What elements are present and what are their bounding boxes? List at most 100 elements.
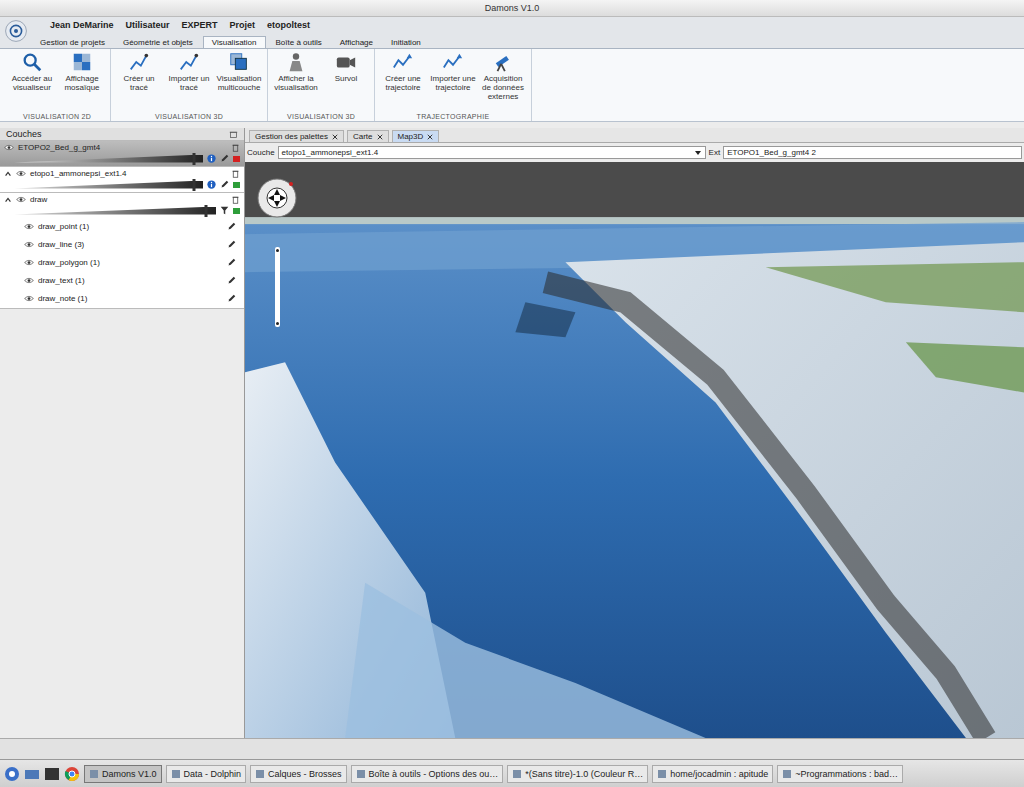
pencil-icon[interactable]	[227, 258, 236, 267]
layer-select[interactable]: etopo1_ammonepsi_ext1.4	[278, 146, 706, 159]
pencil-icon[interactable]	[227, 276, 236, 285]
eye-icon[interactable]	[4, 144, 14, 151]
traj-icon	[392, 51, 414, 73]
pencil-icon[interactable]	[220, 154, 229, 163]
user-bar-item[interactable]: EXPERT	[182, 20, 218, 30]
trash-icon[interactable]	[231, 143, 240, 152]
document-tab[interactable]: Carte	[347, 130, 389, 142]
taskbar-item[interactable]: Damons V1.0	[84, 765, 162, 783]
taskbar-item[interactable]: ~Programmations : bad…	[777, 765, 903, 783]
ribbon-tab[interactable]: Initiation	[383, 37, 429, 48]
ribbon-button[interactable]: Afficher la visualisation	[272, 51, 320, 113]
ribbon-group-title: VISUALISATION 3D	[272, 113, 370, 120]
eye-icon[interactable]	[24, 259, 34, 266]
document-tab[interactable]: Map3D	[392, 130, 440, 142]
sublayer-item[interactable]: draw_text (1)	[4, 269, 240, 287]
ribbon-button[interactable]: Importer un tracé	[165, 51, 213, 113]
browser-icon[interactable]	[64, 766, 80, 782]
terminal-icon[interactable]	[44, 766, 60, 782]
opacity-slider[interactable]	[14, 207, 216, 215]
user-bar-item[interactable]: Utilisateur	[126, 20, 170, 30]
ribbon-button[interactable]: Importer une trajectoire	[429, 51, 477, 113]
layer-color-flag	[233, 182, 240, 188]
mosaic-icon	[71, 51, 93, 73]
start-menu-icon[interactable]	[4, 766, 20, 782]
window-icon	[255, 769, 265, 779]
window-icon	[657, 769, 667, 779]
taskbar-item[interactable]: Data - Dolphin	[166, 765, 247, 783]
opacity-slider[interactable]	[14, 155, 203, 163]
ribbon-button[interactable]: Visualisation multicouche	[215, 51, 263, 113]
taskbar-item[interactable]: *(Sans titre)-1.0 (Couleur R…	[507, 765, 648, 783]
ribbon-button[interactable]: Créer un tracé	[115, 51, 163, 113]
zoom-slider[interactable]	[275, 247, 280, 327]
ribbon-tabs: Gestion de projetsGéométrie et objetsVis…	[0, 33, 1024, 49]
pencil-icon[interactable]	[227, 240, 236, 249]
document-tab[interactable]: Gestion des palettes	[249, 130, 344, 142]
person-icon	[285, 51, 307, 73]
taskbar-item[interactable]: Boîte à outils - Options des ou…	[351, 765, 504, 783]
compass-control[interactable]	[257, 178, 297, 220]
user-bar-item[interactable]: Projet	[230, 20, 256, 30]
opacity-slider[interactable]	[14, 181, 203, 189]
sublayer-item[interactable]: draw_line (3)	[4, 233, 240, 251]
ribbon-tab[interactable]: Géométrie et objets	[115, 37, 201, 48]
info-icon[interactable]	[207, 180, 216, 189]
3d-terrain-view[interactable]	[245, 162, 1024, 738]
pen-icon	[128, 51, 150, 73]
pencil-icon[interactable]	[227, 222, 236, 231]
close-tab-icon[interactable]	[332, 134, 338, 140]
ribbon-group: Accéder au visualiseur Affichage mosaïqu…	[4, 49, 111, 121]
sublayer-item[interactable]: draw_note (1)	[4, 287, 240, 305]
status-bar	[0, 738, 1024, 759]
sublayer-item[interactable]: draw_point (1)	[4, 215, 240, 233]
eye-icon[interactable]	[24, 277, 34, 284]
layer-item[interactable]: draw draw_point (1) draw_line (3) draw_p…	[0, 193, 244, 309]
expand-chevron-icon[interactable]	[4, 170, 12, 178]
window-icon	[512, 769, 522, 779]
layer-item[interactable]: ETOPO2_Bed_g_gmt4	[0, 141, 244, 167]
close-tab-icon[interactable]	[377, 134, 383, 140]
taskbar-item[interactable]: Calques - Brosses	[250, 765, 347, 783]
eye-icon[interactable]	[24, 241, 34, 248]
ribbon-button[interactable]: Acquisition de données externes	[479, 51, 527, 113]
filter-icon[interactable]	[220, 206, 229, 215]
ribbon-tab[interactable]: Gestion de projets	[32, 37, 113, 48]
ribbon-tab[interactable]: Boîte à outils	[268, 37, 330, 48]
eye-icon[interactable]	[16, 170, 26, 177]
taskbar: Damons V1.0 Data - Dolphin Calques - Bro…	[0, 759, 1024, 787]
layer-item[interactable]: etopo1_ammonepsi_ext1.4	[0, 167, 244, 193]
eye-icon[interactable]	[24, 223, 34, 230]
eye-icon[interactable]	[16, 196, 26, 203]
eye-icon[interactable]	[24, 295, 34, 302]
user-bar: Jean DeMarine Utilisateur EXPERT Projet etop…	[0, 17, 1024, 33]
ribbon-button[interactable]: Accéder au visualiseur	[8, 51, 56, 113]
compass-icon[interactable]	[257, 178, 297, 218]
expand-chevron-icon[interactable]	[4, 196, 12, 204]
ribbon-button[interactable]: Affichage mosaïque	[58, 51, 106, 113]
pencil-icon[interactable]	[220, 180, 229, 189]
sublayer-item[interactable]: draw_polygon (1)	[4, 251, 240, 269]
user-bar-item[interactable]: etopoltest	[267, 20, 310, 30]
folder-icon[interactable]	[24, 766, 40, 782]
window-icon	[356, 769, 366, 779]
pencil-icon[interactable]	[227, 294, 236, 303]
dropdown-arrow-icon[interactable]	[694, 149, 702, 157]
info-icon[interactable]	[207, 154, 216, 163]
trash-icon[interactable]	[231, 169, 240, 178]
ribbon-tab[interactable]: Affichage	[332, 37, 381, 48]
ext-layer-field[interactable]: ETOPO1_Bed_g_gmt4 2	[723, 146, 1022, 159]
user-bar-item[interactable]: Jean DeMarine	[50, 20, 114, 30]
window-title: Damons V1.0	[485, 3, 540, 13]
trash-icon[interactable]	[231, 195, 240, 204]
ribbon-button[interactable]: Créer une trajectoire	[379, 51, 427, 113]
taskbar-item[interactable]: home/jocadmin : apitude	[652, 765, 773, 783]
panel-title: Couches	[6, 129, 42, 139]
ribbon-button[interactable]: Survol	[322, 51, 370, 113]
close-tab-icon[interactable]	[427, 134, 433, 140]
scope-icon	[492, 51, 514, 73]
ribbon-group: Créer une trajectoire Importer une traje…	[375, 49, 532, 121]
ribbon-tab[interactable]: Visualisation	[203, 36, 266, 48]
close-panel-icon[interactable]	[229, 130, 238, 139]
app-logo-icon[interactable]	[4, 19, 28, 43]
